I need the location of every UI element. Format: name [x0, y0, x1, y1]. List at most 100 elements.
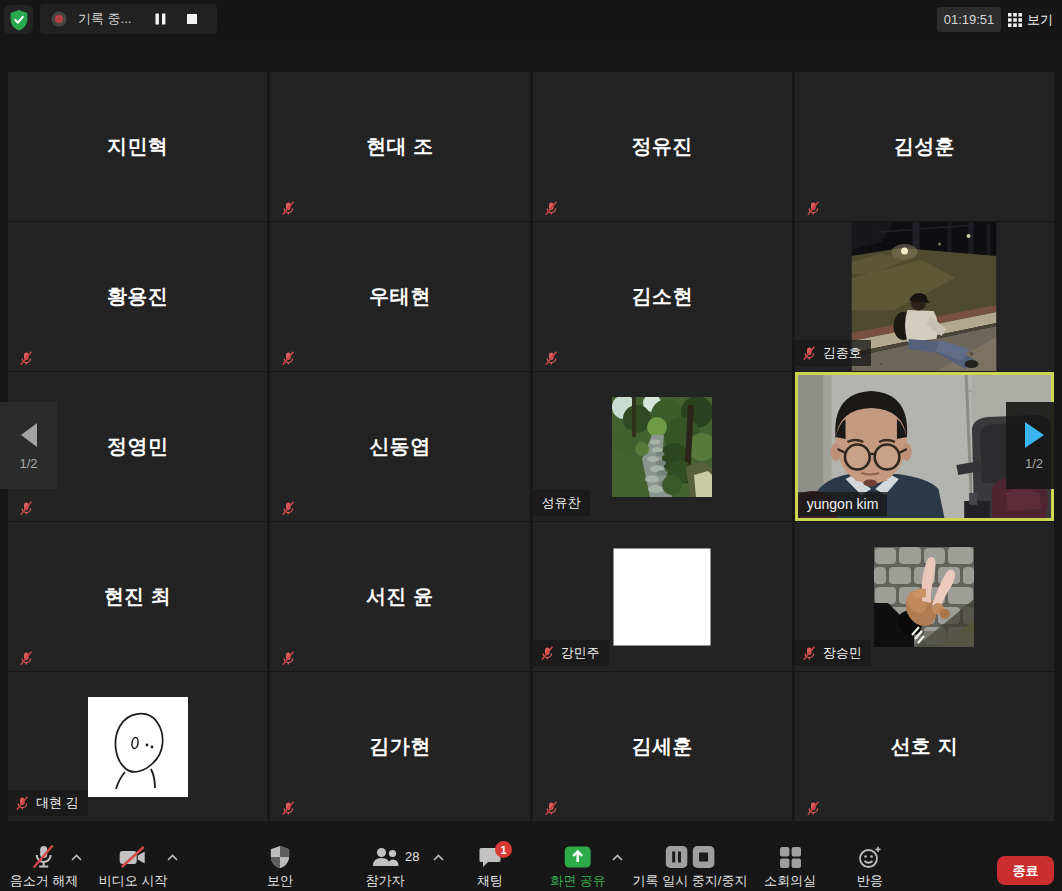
reactions-smiley-icon [858, 846, 882, 869]
mic-muted-icon [802, 646, 817, 661]
participant-tile[interactable]: 김세훈 [533, 672, 792, 821]
mic-muted-icon [31, 844, 57, 870]
participant-tile[interactable]: 성유찬 [533, 372, 792, 521]
mic-muted-icon [281, 651, 296, 666]
mic-muted-icon [15, 796, 30, 811]
shield-check-icon [9, 9, 29, 31]
participant-avatar [874, 547, 974, 647]
participant-name: 현진 최 [8, 522, 267, 671]
pause-recording-button[interactable] [149, 8, 171, 30]
top-bar: 기록 중... 01:19:51 보기 [0, 0, 1062, 40]
security-shield-button[interactable] [4, 5, 33, 34]
previous-page-button[interactable]: 1/2 [0, 402, 57, 489]
participant-tile[interactable]: 지민혁 [8, 72, 267, 221]
participant-name: 정유진 [533, 72, 792, 221]
mic-muted-icon [19, 501, 34, 516]
participant-name-label: 대현 김 [8, 790, 88, 816]
mic-muted-icon [544, 351, 559, 366]
next-page-button[interactable]: 1/2 [1006, 402, 1062, 489]
start-video-button[interactable]: 비디오 시작 [99, 844, 168, 890]
grid-view-icon [1008, 13, 1022, 27]
security-shield-icon [269, 845, 291, 869]
arrow-left-icon [19, 421, 39, 449]
share-screen-icon [565, 846, 592, 868]
camera-muted-icon [119, 845, 147, 869]
participant-tile[interactable]: 우태현 [270, 222, 529, 371]
mic-muted-icon [281, 801, 296, 816]
view-label: 보기 [1027, 11, 1053, 29]
unmute-button[interactable]: 음소거 해제 [10, 844, 79, 890]
chevron-up-icon[interactable] [611, 853, 624, 862]
mic-muted-icon [19, 351, 34, 366]
participant-tile[interactable]: 황용진 [8, 222, 267, 371]
participant-tile[interactable]: 장승민 [795, 522, 1054, 671]
arrow-right-icon [1022, 420, 1046, 450]
participant-video [852, 222, 997, 371]
pause-recording-icon[interactable] [666, 846, 688, 868]
participant-name: 우태현 [270, 222, 529, 371]
mic-muted-icon [544, 801, 559, 816]
chevron-up-icon[interactable] [166, 853, 179, 862]
view-button[interactable]: 보기 [1008, 8, 1053, 32]
participant-tile[interactable]: 서진 윤 [270, 522, 529, 671]
stop-recording-button[interactable] [181, 8, 203, 30]
chat-notification-badge: 1 [495, 841, 512, 858]
stop-recording-icon[interactable] [693, 846, 715, 868]
participant-tile[interactable]: 김성훈 [795, 72, 1054, 221]
participant-name-label: yungon kim [798, 492, 888, 516]
record-pause-stop-button[interactable]: 기록 일시 중지/중지 [633, 844, 748, 890]
participant-tile[interactable]: 강민주 [533, 522, 792, 671]
participant-tile[interactable]: 선호 지 [795, 672, 1054, 821]
participant-avatar [614, 548, 711, 645]
bottom-toolbar: 음소거 해제 비디오 시작 보안 [0, 841, 1062, 891]
reactions-button[interactable]: 반응 [857, 844, 883, 890]
participants-button[interactable]: 참가자 [366, 844, 405, 890]
chevron-up-icon[interactable] [432, 853, 445, 862]
chevron-up-icon[interactable] [70, 853, 83, 862]
participant-tile[interactable]: 신동엽 [270, 372, 529, 521]
participant-name-label: 강민주 [533, 640, 609, 666]
participant-tile[interactable]: 정유진 [533, 72, 792, 221]
mic-muted-icon [806, 801, 821, 816]
mic-muted-icon [281, 351, 296, 366]
participant-tile[interactable]: 김종호 [795, 222, 1054, 371]
recording-pill: 기록 중... [40, 4, 217, 34]
participant-avatar [88, 697, 188, 797]
security-button[interactable]: 보안 [267, 844, 293, 890]
participant-name-label: 성유찬 [533, 490, 590, 516]
participant-name: 지민혁 [8, 72, 267, 221]
mic-muted-icon [540, 646, 555, 661]
mic-muted-icon [19, 651, 34, 666]
participant-name: 김가현 [270, 672, 529, 821]
participants-icon [370, 845, 400, 869]
participant-name-label: 김종호 [795, 340, 871, 366]
participant-name: 황용진 [8, 222, 267, 371]
participant-name: 김소현 [533, 222, 792, 371]
participants-count: 28 [405, 849, 419, 864]
page-indicator: 1/2 [19, 456, 37, 471]
mic-muted-icon [281, 501, 296, 516]
participant-tile[interactable]: 김가현 [270, 672, 529, 821]
video-grid: 지민혁 현대 조 정유진 김성훈 황용진 우태현 김소현 [8, 72, 1054, 821]
breakout-rooms-icon [780, 847, 801, 868]
end-meeting-button[interactable]: 종료 [997, 856, 1054, 885]
participant-tile[interactable]: 김소현 [533, 222, 792, 371]
participant-tile[interactable]: 대현 김 [8, 672, 267, 821]
recording-label: 기록 중... [78, 10, 131, 28]
mic-muted-icon [802, 346, 817, 361]
participant-name-label: 장승민 [795, 640, 871, 666]
participant-tile[interactable]: 현대 조 [270, 72, 529, 221]
meeting-timer: 01:19:51 [937, 7, 1001, 32]
share-screen-button[interactable]: 화면 공유 [550, 844, 606, 890]
participant-name: 김성훈 [795, 72, 1054, 221]
participant-name: 김세훈 [533, 672, 792, 821]
participant-avatar [612, 397, 712, 497]
mic-muted-icon [281, 201, 296, 216]
mic-muted-icon [806, 201, 821, 216]
participant-name: 서진 윤 [270, 522, 529, 671]
participant-tile[interactable]: 현진 최 [8, 522, 267, 671]
participant-name: 선호 지 [795, 672, 1054, 821]
participant-name: 현대 조 [270, 72, 529, 221]
breakout-rooms-button[interactable]: 소회의실 [764, 844, 816, 890]
mic-muted-icon [544, 201, 559, 216]
